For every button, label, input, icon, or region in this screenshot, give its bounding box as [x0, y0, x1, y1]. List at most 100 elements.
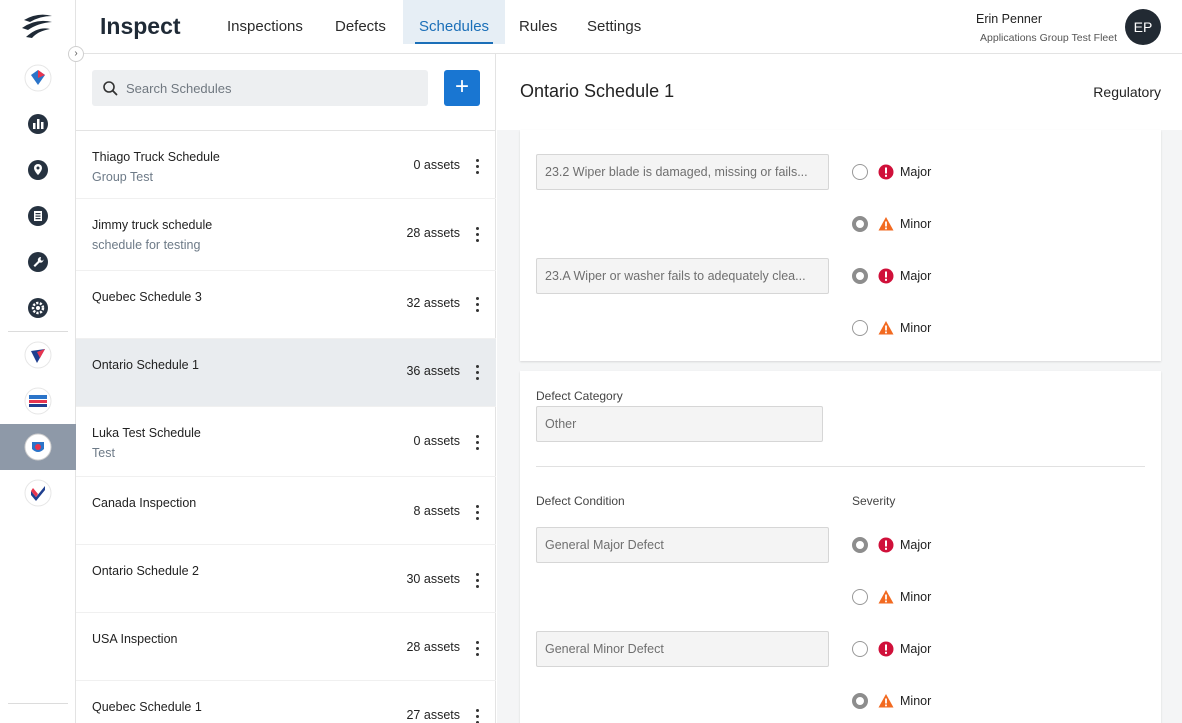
tab-rules[interactable]: Rules — [503, 0, 573, 44]
app-2-icon[interactable] — [23, 386, 53, 416]
search-box — [92, 70, 428, 106]
severity-label: Major — [900, 642, 932, 656]
severity-option-major[interactable]: Major — [852, 535, 931, 555]
severity-radio-checked[interactable] — [852, 216, 868, 232]
schedule-name: Ontario Schedule 1 — [92, 358, 200, 372]
schedule-assets: 0 assets — [413, 434, 460, 448]
more-options-icon[interactable] — [476, 159, 480, 175]
minor-defect-icon — [878, 217, 894, 231]
schedule-list-panel: + Thiago Truck Schedule Group Test 0 ass… — [76, 54, 496, 723]
severity-radio[interactable] — [852, 589, 868, 605]
severity-label: Minor — [900, 217, 932, 231]
detail-title: Ontario Schedule 1 — [520, 81, 675, 101]
severity-option-minor[interactable]: Minor — [852, 214, 931, 234]
schedule-subtitle: Test — [92, 446, 115, 460]
severity-option-minor[interactable]: Minor — [852, 318, 931, 338]
defect-condition-field[interactable]: 23.A Wiper or washer fails to adequately… — [536, 258, 829, 294]
severity-label: Minor — [900, 694, 932, 708]
documents-icon[interactable] — [23, 201, 53, 231]
detail-header: Ontario Schedule 1 Regulatory — [497, 54, 1182, 130]
severity-radio[interactable] — [852, 320, 868, 336]
active-tab-indicator — [415, 42, 494, 44]
user-fleet: Applications Group Test Fleet — [980, 32, 1117, 44]
more-options-icon[interactable] — [476, 365, 480, 381]
major-defect-icon — [878, 537, 894, 553]
severity-radio-checked[interactable] — [852, 537, 868, 553]
schedule-row[interactable]: Canada Inspection 8 assets — [76, 477, 496, 545]
schedule-assets: 0 assets — [413, 158, 460, 172]
app-sidebar: › — [0, 0, 84, 723]
schedule-name: USA Inspection — [92, 632, 178, 646]
schedule-assets: 8 assets — [413, 504, 460, 518]
defect-condition-field[interactable]: General Minor Defect — [536, 631, 829, 667]
tab-settings[interactable]: Settings — [571, 0, 657, 44]
schedule-row[interactable]: Ontario Schedule 2 30 assets — [76, 545, 496, 613]
fleet-icon[interactable] — [23, 63, 53, 93]
schedule-name: Thiago Truck Schedule — [92, 150, 220, 164]
severity-radio-checked[interactable] — [852, 693, 868, 709]
schedule-list: Thiago Truck Schedule Group Test 0 asset… — [76, 131, 496, 723]
more-options-icon[interactable] — [476, 709, 480, 723]
tab-defects[interactable]: Defects — [319, 0, 402, 44]
tab-schedules[interactable]: Schedules — [403, 0, 506, 44]
schedule-row[interactable]: Quebec Schedule 1 27 assets — [76, 681, 496, 723]
tab-inspections[interactable]: Inspections — [211, 0, 319, 44]
defect-category-card: Defect Category Other Defect Condition S… — [520, 371, 1161, 723]
severity-radio-checked[interactable] — [852, 268, 868, 284]
severity-label: Major — [900, 269, 932, 283]
major-defect-icon — [878, 268, 894, 284]
schedule-detail-panel: Ontario Schedule 1 Regulatory 23.2 Wiper… — [497, 54, 1182, 723]
schedule-row[interactable]: Luka Test Schedule Test 0 assets — [76, 407, 496, 477]
sidebar-toggle-button[interactable]: › — [68, 46, 84, 62]
minor-defect-icon — [878, 321, 894, 335]
severity-radio[interactable] — [852, 164, 868, 180]
schedule-name: Ontario Schedule 2 — [92, 564, 200, 578]
severity-option-minor[interactable]: Minor — [852, 587, 931, 607]
schedule-name: Quebec Schedule 1 — [92, 700, 202, 714]
sidebar-divider — [8, 331, 68, 332]
schedule-row[interactable]: Thiago Truck Schedule Group Test 0 asset… — [76, 131, 496, 199]
severity-radio[interactable] — [852, 641, 868, 657]
location-icon[interactable] — [23, 155, 53, 185]
app-1-icon[interactable] — [23, 340, 53, 370]
schedule-row[interactable]: Jimmy truck schedule schedule for testin… — [76, 199, 496, 271]
app-4-icon[interactable] — [23, 478, 53, 508]
schedule-assets: 32 assets — [406, 296, 460, 310]
minor-defect-icon — [878, 590, 894, 604]
more-options-icon[interactable] — [476, 573, 480, 589]
section-divider — [536, 466, 1145, 467]
schedule-row-selected[interactable]: Ontario Schedule 1 36 assets — [76, 339, 496, 407]
severity-option-major[interactable]: Major — [852, 162, 931, 182]
defect-condition-field[interactable]: General Major Defect — [536, 527, 829, 563]
more-options-icon[interactable] — [476, 227, 480, 243]
severity-option-minor[interactable]: Minor — [852, 691, 931, 711]
defect-condition-field[interactable]: 23.2 Wiper blade is damaged, missing or … — [536, 154, 829, 190]
settings-icon[interactable] — [23, 293, 53, 323]
schedule-name: Canada Inspection — [92, 496, 197, 510]
schedule-name: Luka Test Schedule — [92, 426, 201, 440]
maintenance-icon[interactable] — [23, 247, 53, 277]
more-options-icon[interactable] — [476, 297, 480, 313]
defect-category-field[interactable]: Other — [536, 406, 823, 442]
schedule-row[interactable]: USA Inspection 28 assets — [76, 613, 496, 681]
schedule-name: Jimmy truck schedule — [92, 218, 213, 232]
more-options-icon[interactable] — [476, 505, 480, 521]
search-input[interactable] — [126, 70, 416, 106]
search-icon — [103, 81, 118, 96]
severity-option-major[interactable]: Major — [852, 639, 931, 659]
more-options-icon[interactable] — [476, 641, 480, 657]
reports-icon[interactable] — [23, 109, 53, 139]
inspect-app-icon[interactable] — [23, 432, 53, 462]
sidebar-divider-bottom — [8, 703, 68, 704]
schedule-row[interactable]: Quebec Schedule 3 32 assets — [76, 271, 496, 339]
severity-option-major[interactable]: Major — [852, 266, 931, 286]
severity-label: Minor — [900, 321, 932, 335]
severity-label: Minor — [900, 590, 932, 604]
logo-icon[interactable] — [20, 10, 56, 44]
avatar[interactable]: EP — [1125, 9, 1161, 45]
defect-condition-label: Defect Condition — [536, 494, 625, 508]
more-options-icon[interactable] — [476, 435, 480, 451]
schedule-subtitle: schedule for testing — [92, 238, 201, 252]
add-schedule-button[interactable]: + — [444, 70, 480, 106]
major-defect-icon — [878, 641, 894, 657]
